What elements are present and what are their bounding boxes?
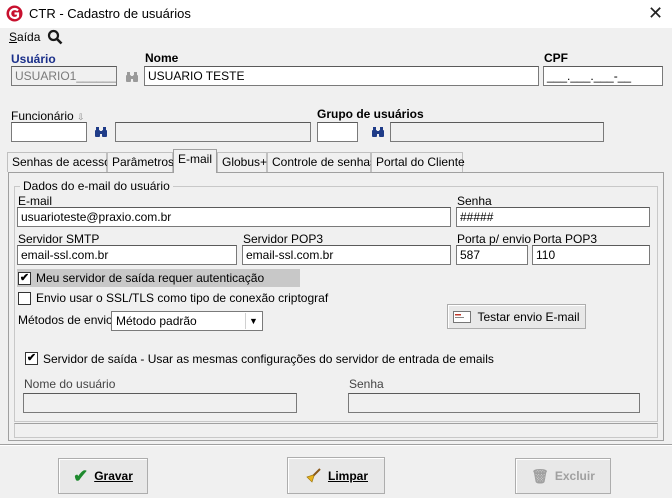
gravar-button[interactable]: ✔ Gravar <box>58 458 148 494</box>
metodos-envio-value: Método padrão <box>116 314 197 328</box>
status-bar <box>14 423 658 438</box>
nome-usuario-label: Nome do usuário <box>24 377 116 391</box>
menu-saida-label: aída <box>17 30 41 44</box>
same-config-checkbox[interactable]: ✔ <box>25 352 38 365</box>
grupo-usuarios-label: Grupo de usuários <box>317 107 424 121</box>
limpar-label: Limpar <box>327 468 368 483</box>
testar-envio-email-button[interactable]: Testar envio E-mail <box>447 304 586 329</box>
cpf-field[interactable]: ___.___.___-__ <box>543 66 663 86</box>
nome-field[interactable]: USUARIO TESTE <box>144 66 539 86</box>
nome-usuario-field <box>23 393 297 413</box>
trash-icon: 🗑 <box>531 467 549 484</box>
tab-portal-do-cliente[interactable]: Portal do Cliente <box>371 152 465 172</box>
smtp-label: Servidor SMTP <box>18 232 100 246</box>
grupo-usuarios-desc-field <box>390 122 604 142</box>
menu-saida-accel: S <box>9 30 18 44</box>
porta-pop3-label: Porta POP3 <box>533 232 598 246</box>
envelope-icon <box>453 310 472 323</box>
smtp-field[interactable]: email-ssl.com.br <box>17 245 237 265</box>
menu-saida[interactable]: Saída <box>9 30 40 44</box>
binoculars-icon[interactable] <box>94 125 108 139</box>
window-title: CTR - Cadastro de usuários <box>29 6 191 21</box>
pop3-field[interactable]: email-ssl.com.br <box>242 245 451 265</box>
email-label: E-mail <box>18 194 53 208</box>
metodos-envio-select[interactable]: Método padrão ▼ <box>111 311 263 331</box>
close-icon[interactable]: ✕ <box>648 4 663 22</box>
ssl-label[interactable]: Envio usar o SSL/TLS como tipo de conexã… <box>36 291 328 305</box>
porta-envio-label: Porta p/ envio <box>457 232 532 246</box>
metodos-envio-label: Métodos de envio <box>18 313 113 327</box>
porta-envio-field[interactable]: 587 <box>456 245 528 265</box>
broom-icon <box>306 467 321 483</box>
chevron-down-icon[interactable]: ▼ <box>245 313 261 329</box>
excluir-button[interactable]: 🗑 Excluir <box>515 458 611 494</box>
usuario-label: Usuário <box>11 52 56 66</box>
funcionario-field[interactable] <box>11 122 87 142</box>
same-config-label[interactable]: Servidor de saída - Usar as mesmas confi… <box>43 352 494 366</box>
cpf-label: CPF <box>544 51 568 65</box>
footer-divider <box>0 444 672 446</box>
email-group-title: Dados do e-mail do usuário <box>20 179 173 193</box>
auth-checkbox[interactable]: ✔ <box>18 272 31 285</box>
nome-label: Nome <box>145 51 179 65</box>
senha2-field <box>348 393 640 413</box>
tab-senhas-de-acesso[interactable]: Senhas de acesso <box>7 152 111 172</box>
tab-email[interactable]: E-mail <box>173 149 217 173</box>
grupo-usuarios-field[interactable] <box>317 122 358 142</box>
binoculars-icon[interactable] <box>125 70 139 84</box>
limpar-button[interactable]: Limpar <box>287 457 385 494</box>
email-field[interactable]: usuarioteste@praxio.com.br <box>17 207 451 227</box>
app-logo-icon <box>6 5 23 22</box>
porta-pop3-field[interactable]: 110 <box>532 245 650 265</box>
pop3-label: Servidor POP3 <box>243 232 324 246</box>
tab-globus[interactable]: Globus+ <box>217 152 267 172</box>
funcionario-label-text: Funcionário <box>11 109 74 123</box>
senha-field[interactable]: ##### <box>456 207 650 227</box>
binoculars-icon[interactable] <box>371 125 385 139</box>
tab-controle-de-senhas[interactable]: Controle de senhas <box>267 152 376 172</box>
usuario-field[interactable]: USUARIO1______ <box>11 66 117 86</box>
gravar-label: Gravar <box>94 469 133 483</box>
tab-parametros[interactable]: Parâmetros <box>107 152 174 172</box>
testar-envio-email-label: Testar envio E-mail <box>477 309 580 324</box>
search-icon[interactable] <box>47 29 63 45</box>
funcionario-label: Funcionário ⇩ <box>11 109 85 123</box>
excluir-label: Excluir <box>554 469 595 483</box>
auth-label[interactable]: Meu servidor de saída requer autenticaçã… <box>36 271 264 285</box>
sort-arrow-icon: ⇩ <box>77 112 85 122</box>
ssl-checkbox[interactable] <box>18 292 31 305</box>
senha2-label: Senha <box>349 377 384 391</box>
senha-label: Senha <box>457 194 492 208</box>
funcionario-desc-field <box>115 122 311 142</box>
checkmark-icon: ✔ <box>73 465 89 486</box>
